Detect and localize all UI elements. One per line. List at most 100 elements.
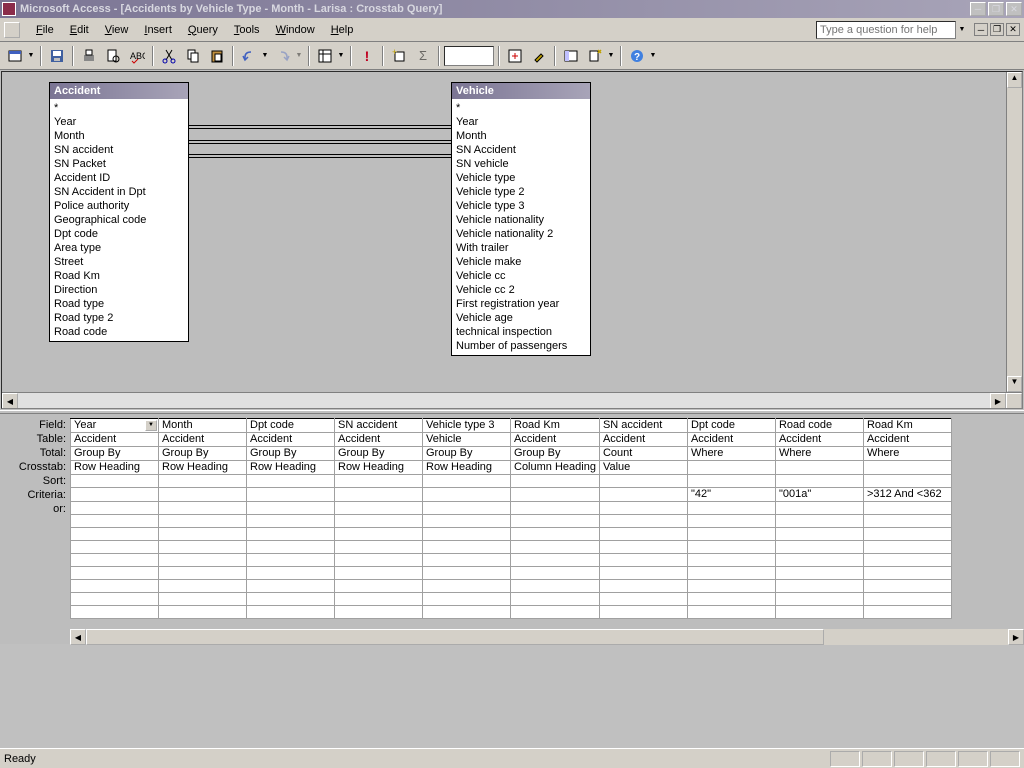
- table-title[interactable]: Vehicle: [452, 83, 590, 99]
- grid-cell-field[interactable]: Road code: [775, 419, 863, 433]
- grid-cell-empty[interactable]: [863, 554, 951, 567]
- grid-cell-empty[interactable]: [335, 580, 423, 593]
- grid-cell-or[interactable]: [335, 502, 423, 515]
- help-input[interactable]: [816, 21, 956, 39]
- grid-cell-empty[interactable]: [335, 541, 423, 554]
- grid-cell-sort[interactable]: [599, 475, 687, 488]
- field-item[interactable]: Vehicle age: [454, 311, 588, 325]
- grid-cell-empty[interactable]: [775, 554, 863, 567]
- grid-cell-sort[interactable]: [71, 475, 159, 488]
- view-dropdown-icon[interactable]: ▼: [26, 45, 36, 67]
- grid-cell-empty[interactable]: [511, 593, 600, 606]
- system-menu-icon[interactable]: [4, 22, 20, 38]
- scroll-left-icon[interactable]: ◀: [2, 393, 18, 409]
- grid-cell-empty[interactable]: [423, 528, 511, 541]
- grid-cell-criteria[interactable]: [71, 488, 159, 502]
- grid-cell-table[interactable]: Accident: [159, 433, 247, 447]
- grid-cell-criteria[interactable]: [159, 488, 247, 502]
- grid-cell-empty[interactable]: [599, 528, 687, 541]
- grid-cell-empty[interactable]: [863, 593, 951, 606]
- doc-close-button[interactable]: ✕: [1006, 23, 1020, 36]
- grid-cell-empty[interactable]: [335, 593, 423, 606]
- help-dropdown-icon[interactable]: ▼: [956, 26, 968, 33]
- grid-cell-empty[interactable]: [247, 528, 335, 541]
- grid-cell-empty[interactable]: [687, 554, 775, 567]
- join-line[interactable]: [189, 140, 451, 141]
- field-item[interactable]: Vehicle cc: [454, 269, 588, 283]
- field-dropdown-icon[interactable]: ▼: [145, 420, 157, 431]
- grid-cell-empty[interactable]: [687, 593, 775, 606]
- query-type-button[interactable]: [314, 45, 336, 67]
- grid-cell-empty[interactable]: [159, 528, 247, 541]
- grid-cell-empty[interactable]: [863, 606, 951, 619]
- grid-cell-empty[interactable]: [599, 515, 687, 528]
- menu-window[interactable]: Window: [268, 22, 323, 38]
- grid-cell-criteria[interactable]: [423, 488, 511, 502]
- new-object-button[interactable]: [584, 45, 606, 67]
- grid-cell-crosstab[interactable]: Row Heading: [159, 461, 247, 475]
- join-line[interactable]: [189, 154, 451, 155]
- grid-cell-empty[interactable]: [775, 580, 863, 593]
- grid-cell-empty[interactable]: [423, 515, 511, 528]
- save-button[interactable]: [46, 45, 68, 67]
- grid-cell-empty[interactable]: [159, 593, 247, 606]
- grid-cell-empty[interactable]: [159, 515, 247, 528]
- grid-cell-criteria[interactable]: [599, 488, 687, 502]
- run-button[interactable]: !: [356, 45, 378, 67]
- database-window-button[interactable]: [560, 45, 582, 67]
- field-item[interactable]: SN accident: [52, 143, 186, 157]
- field-item[interactable]: Month: [52, 129, 186, 143]
- grid-cell-empty[interactable]: [423, 606, 511, 619]
- grid-cell-empty[interactable]: [71, 567, 159, 580]
- close-button[interactable]: ✕: [1006, 2, 1022, 16]
- field-item[interactable]: Vehicle type 2: [454, 185, 588, 199]
- grid-cell-criteria[interactable]: "42": [687, 488, 775, 502]
- field-item[interactable]: Vehicle cc 2: [454, 283, 588, 297]
- field-item[interactable]: Accident ID: [52, 171, 186, 185]
- grid-cell-field[interactable]: Dpt code: [247, 419, 335, 433]
- field-item[interactable]: technical inspection: [454, 325, 588, 339]
- table-accident[interactable]: Accident*YearMonthSN accidentSN PacketAc…: [49, 82, 189, 342]
- grid-cell-field[interactable]: Month: [159, 419, 247, 433]
- grid-cell-criteria[interactable]: >312 And <362: [863, 488, 951, 502]
- grid-cell-empty[interactable]: [775, 606, 863, 619]
- redo-dropdown-icon[interactable]: ▼: [294, 45, 304, 67]
- grid-cell-field[interactable]: Road Km: [511, 419, 600, 433]
- grid-cell-crosstab[interactable]: Row Heading: [247, 461, 335, 475]
- field-item[interactable]: Vehicle type 3: [454, 199, 588, 213]
- field-item[interactable]: Road type: [52, 297, 186, 311]
- scroll-up-icon[interactable]: ▲: [1007, 72, 1022, 88]
- grid-cell-empty[interactable]: [599, 541, 687, 554]
- grid-cell-empty[interactable]: [71, 593, 159, 606]
- table-title[interactable]: Accident: [50, 83, 188, 99]
- undo-dropdown-icon[interactable]: ▼: [260, 45, 270, 67]
- grid-cell-empty[interactable]: [775, 567, 863, 580]
- field-item[interactable]: Area type: [52, 241, 186, 255]
- field-item[interactable]: SN vehicle: [454, 157, 588, 171]
- grid-cell-empty[interactable]: [775, 593, 863, 606]
- totals-button[interactable]: Σ: [412, 45, 434, 67]
- spelling-button[interactable]: ABC: [126, 45, 148, 67]
- grid-cell-total[interactable]: Count: [599, 447, 687, 461]
- grid-cell-field[interactable]: Dpt code: [687, 419, 775, 433]
- grid-cell-field[interactable]: SN accident: [335, 419, 423, 433]
- grid-cell-total[interactable]: Where: [863, 447, 951, 461]
- field-item[interactable]: *: [52, 101, 186, 115]
- grid-cell-sort[interactable]: [687, 475, 775, 488]
- grid-cell-sort[interactable]: [423, 475, 511, 488]
- menu-file[interactable]: File: [28, 22, 62, 38]
- grid-cell-total[interactable]: Group By: [159, 447, 247, 461]
- grid-cell-empty[interactable]: [775, 515, 863, 528]
- grid-cell-empty[interactable]: [687, 528, 775, 541]
- grid-cell-or[interactable]: [863, 502, 951, 515]
- grid-cell-empty[interactable]: [71, 606, 159, 619]
- grid-cell-empty[interactable]: [687, 515, 775, 528]
- menu-help[interactable]: Help: [323, 22, 362, 38]
- grid-cell-sort[interactable]: [863, 475, 951, 488]
- grid-cell-table[interactable]: Accident: [511, 433, 600, 447]
- grid-cell-empty[interactable]: [247, 606, 335, 619]
- grid-cell-total[interactable]: Group By: [423, 447, 511, 461]
- field-item[interactable]: Dpt code: [52, 227, 186, 241]
- grid-cell-empty[interactable]: [511, 606, 600, 619]
- grid-cell-empty[interactable]: [511, 528, 600, 541]
